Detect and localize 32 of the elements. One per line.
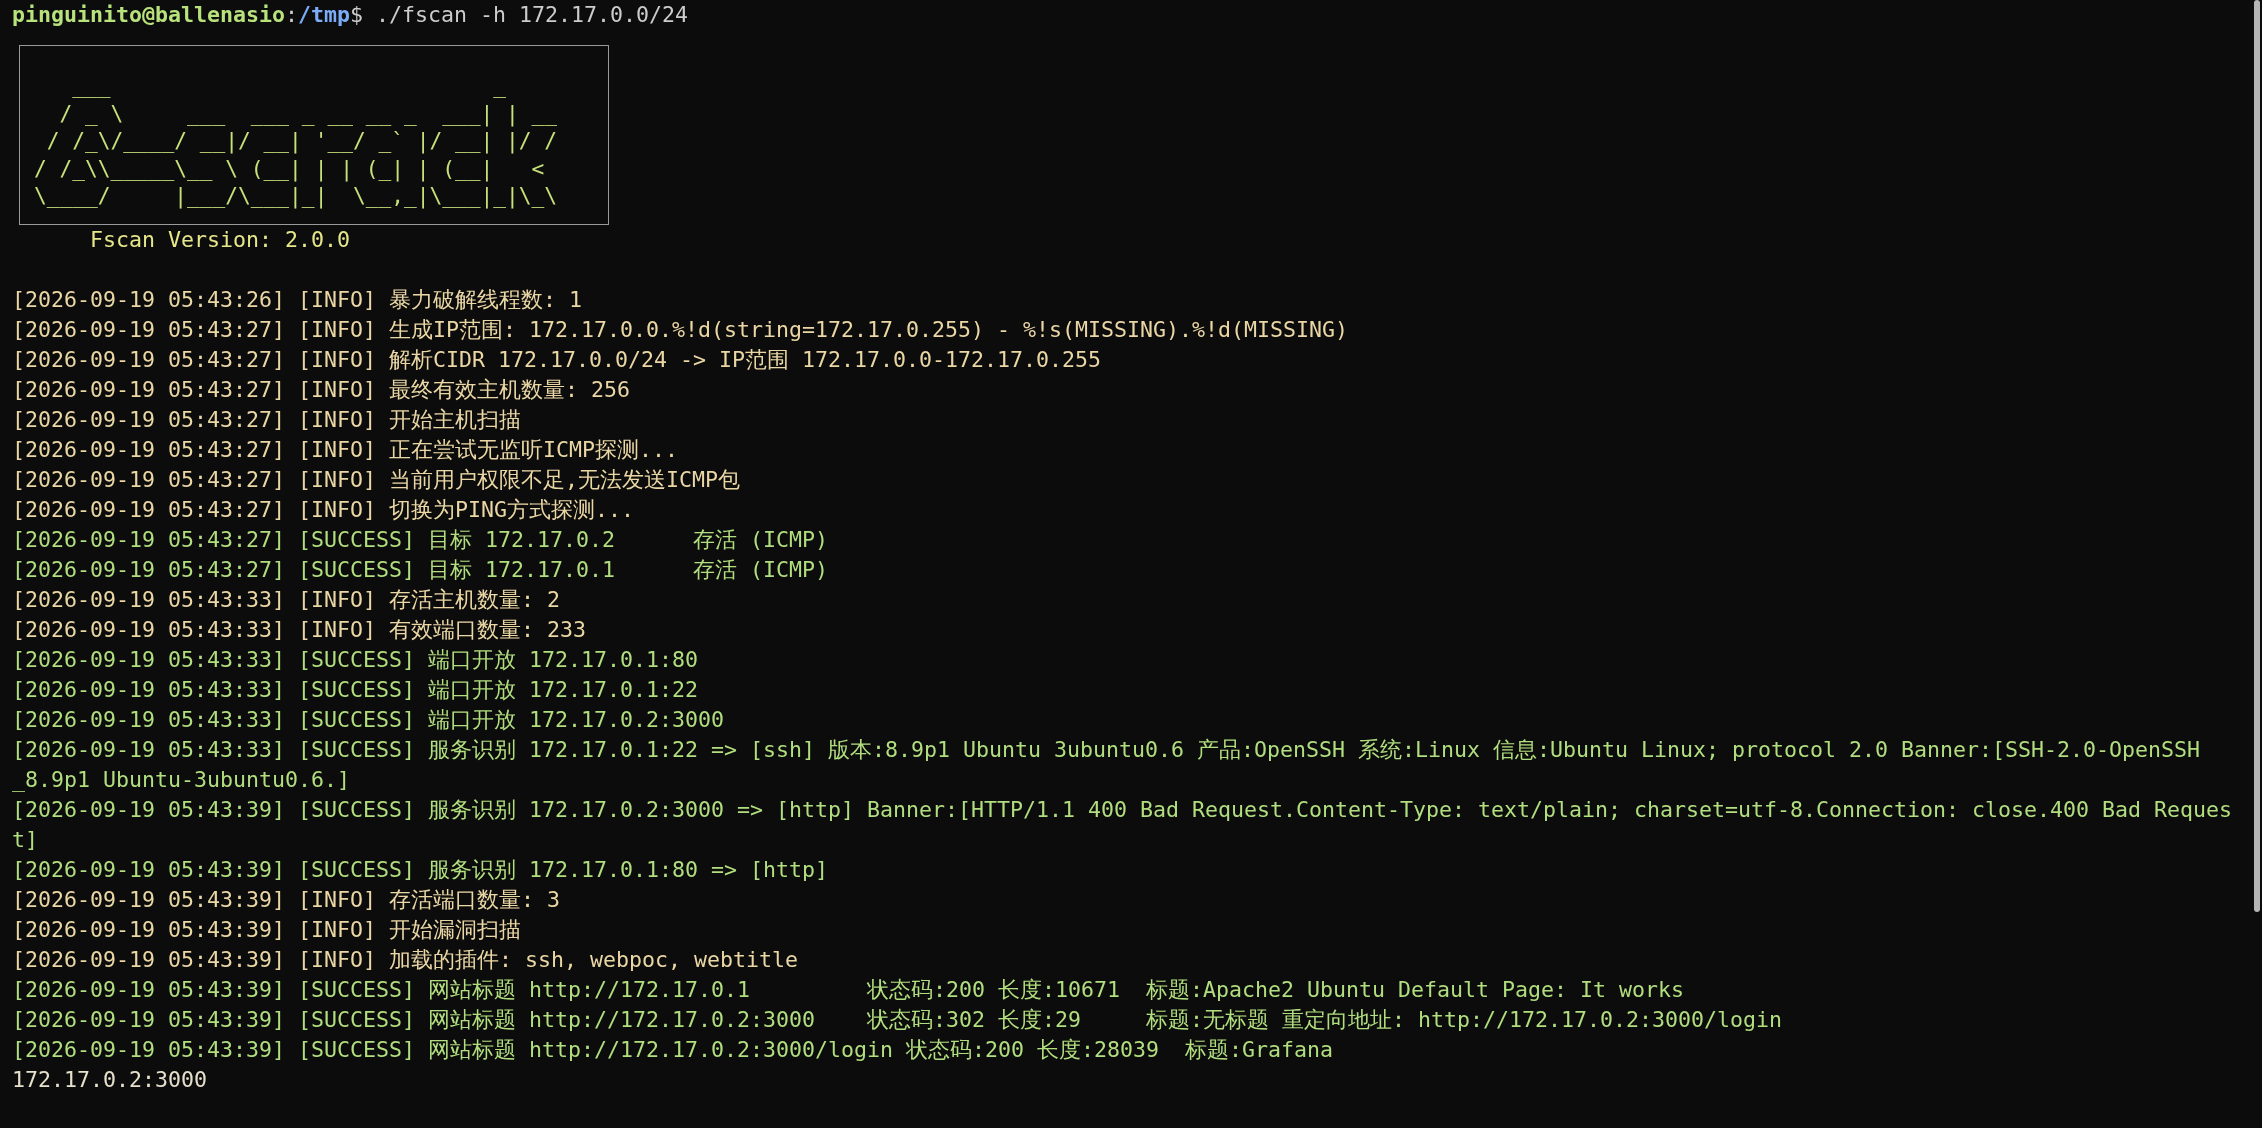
ascii-art-banner: ___ _ / _ \ ___ ___ _ __ __ _ ___| | __ / /_\/____/ __|/ __| '__/ _` |/ __| |/ / / /_\\_____\__ \ (__| | | (_| | (__| < \____/ |___/\___|_| \__,_|\___|_|\_\	[19, 45, 609, 225]
log-line: [2026-09-19 05:43:27] [INFO] 切换为PING方式探测...	[12, 496, 635, 522]
log-line: [2026-09-19 05:43:33] [SUCCESS] 端口开放 172.17.0.1:80	[12, 646, 699, 672]
log-line-continuation: t]	[12, 826, 38, 852]
scrollbar-thumb[interactable]	[2254, 0, 2260, 912]
log-line: [2026-09-19 05:43:26] [INFO] 暴力破解线程数: 1	[12, 286, 583, 312]
log-line: [2026-09-19 05:43:33] [SUCCESS] 端口开放 172.17.0.1:22	[12, 676, 699, 702]
log-line: [2026-09-19 05:43:33] [INFO] 有效端口数量: 233	[12, 616, 587, 642]
log-line: [2026-09-19 05:43:27] [INFO] 最终有效主机数量: 256	[12, 376, 631, 402]
log-line: [2026-09-19 05:43:27] [SUCCESS] 目标 172.17.0.1 存活 (ICMP)	[12, 556, 829, 582]
log-line: [2026-09-19 05:43:39] [INFO] 开始漏洞扫描	[12, 916, 521, 942]
log-line-continuation: _8.9p1 Ubuntu-3ubuntu0.6.]	[12, 766, 350, 792]
log-line: [2026-09-19 05:43:27] [SUCCESS] 目标 172.17.0.2 存活 (ICMP)	[12, 526, 829, 552]
log-line: [2026-09-19 05:43:39] [SUCCESS] 网站标题 http://172.17.0.2:3000/login 状态码:200 长度:28039 标题:Grafana	[12, 1036, 1334, 1062]
command-text: ./fscan -h 172.17.0.0/24	[376, 1, 689, 29]
log-line: [2026-09-19 05:43:27] [INFO] 解析CIDR 172.17.0.0/24 -> IP范围 172.17.0.0-172.17.0.255	[12, 346, 1102, 372]
log-line: [2026-09-19 05:43:39] [INFO] 加载的插件: ssh, webpoc, webtitle	[12, 946, 799, 972]
log-line: [2026-09-19 05:43:39] [SUCCESS] 服务识别 172.17.0.2:3000 => [http] Banner:[HTTP/1.1 400 Bad Request.Content-Type: text/plain; charset=utf-8.Connection: close.400 Bad Reques	[12, 796, 2233, 822]
output-text: 172.17.0.2:3000	[12, 1066, 207, 1092]
log-line: [2026-09-19 05:43:27] [INFO] 开始主机扫描	[12, 406, 521, 432]
version-text: Fscan Version: 2.0.0	[89, 226, 350, 252]
log-line: [2026-09-19 05:43:27] [INFO] 正在尝试无监听ICMP探测...	[12, 436, 679, 462]
log-line: [2026-09-19 05:43:39] [INFO] 存活端口数量: 3	[12, 886, 561, 912]
shell-prompt: pinguinito@ballenasio:/tmp$	[12, 1, 364, 29]
log-line: [2026-09-19 05:43:33] [SUCCESS] 服务识别 172.17.0.1:22 => [ssh] 版本:8.9p1 Ubuntu 3ubuntu0.6 产品:OpenSSH 系统:Linux 信息:Ubuntu Linux; protocol 2.0 Banner:[SSH-2.0-OpenSSH	[12, 736, 2201, 762]
log-line: [2026-09-19 05:43:39] [SUCCESS] 网站标题 http://172.17.0.1 状态码:200 长度:10671 标题:Apache2 Ubuntu Default Page: It works	[12, 976, 1685, 1002]
log-line: [2026-09-19 05:43:33] [INFO] 存活主机数量: 2	[12, 586, 561, 612]
log-line: [2026-09-19 05:43:27] [INFO] 当前用户权限不足,无法发送ICMP包	[12, 466, 741, 492]
log-line: [2026-09-19 05:43:39] [SUCCESS] 网站标题 http://172.17.0.2:3000 状态码:302 长度:29 标题:无标题 重定向地址: http://172.17.0.2:3000/login	[12, 1006, 1783, 1032]
log-line: [2026-09-19 05:43:33] [SUCCESS] 端口开放 172.17.0.2:3000	[12, 706, 725, 732]
log-line: [2026-09-19 05:43:27] [INFO] 生成IP范围: 172.17.0.0.%!d(string=172.17.0.255) - %!s(MISSING).%!d(MISSING)	[12, 316, 1349, 342]
log-line: [2026-09-19 05:43:39] [SUCCESS] 服务识别 172.17.0.1:80 => [http]	[12, 856, 829, 882]
